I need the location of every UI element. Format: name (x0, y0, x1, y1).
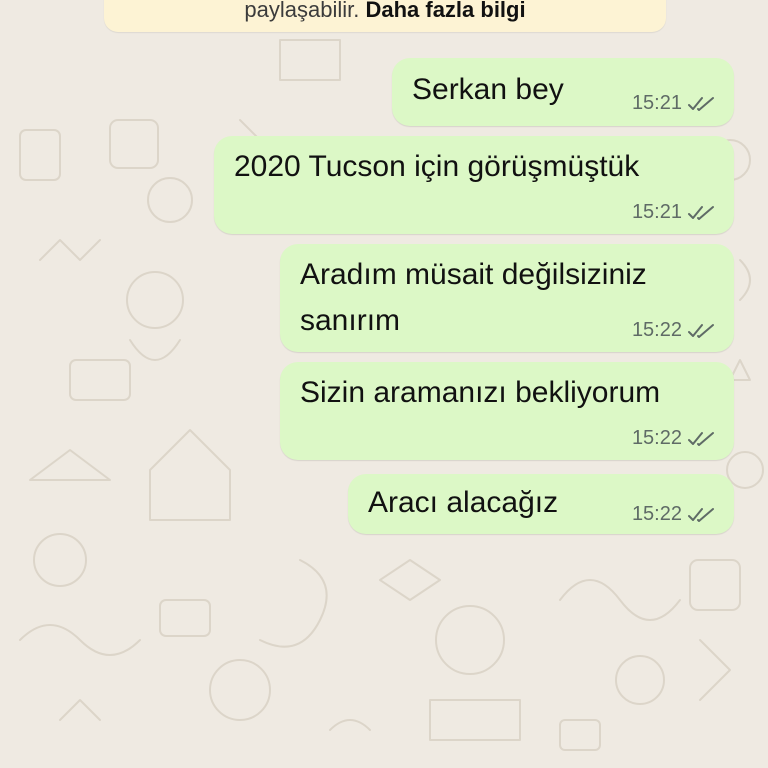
message-meta: 15:22 (632, 503, 716, 526)
message-text: Sizin aramanızı bekliyorum (300, 376, 661, 409)
message-meta: 15:22 (632, 427, 716, 450)
double-check-icon (688, 323, 714, 338)
message-time: 15:22 (631, 503, 682, 525)
message-meta: 15:21 (632, 92, 716, 115)
message-text: 2020 Tucson için görüşmüştük (234, 150, 640, 183)
message-bubble[interactable]: 2020 Tucson için görüşmüştük 15:21 (214, 136, 734, 234)
double-check-icon (688, 431, 714, 446)
message-bubble[interactable]: Aradım müsait değilsiziniz sanırım 15:22 (280, 244, 734, 352)
double-check-icon (688, 205, 714, 220)
message-text: Serkan bey (412, 73, 564, 106)
double-check-icon (688, 96, 714, 111)
message-meta: 15:21 (632, 201, 716, 224)
message-meta: 15:22 (632, 319, 716, 342)
message-time: 15:22 (631, 427, 682, 449)
notice-text: paylaşabilir. (244, 0, 360, 22)
message-text-line-2: sanırım (300, 304, 401, 337)
message-time: 15:22 (631, 319, 682, 341)
learn-more-link[interactable]: Daha fazla bilgi (365, 0, 525, 22)
message-bubble[interactable]: Sizin aramanızı bekliyorum 15:22 (280, 362, 734, 460)
message-time: 15:21 (631, 92, 682, 114)
message-text-line-1: Aradım müsait değilsiziniz (300, 258, 647, 291)
message-bubble[interactable]: Aracı alacağız 15:22 (348, 474, 734, 534)
message-time: 15:21 (631, 201, 682, 223)
message-text: Aracı alacağız (368, 486, 559, 519)
double-check-icon (688, 507, 714, 522)
encryption-notice[interactable]: paylaşabilir. Daha fazla bilgi (104, 0, 666, 32)
message-bubble[interactable]: Serkan bey 15:21 (392, 58, 734, 126)
